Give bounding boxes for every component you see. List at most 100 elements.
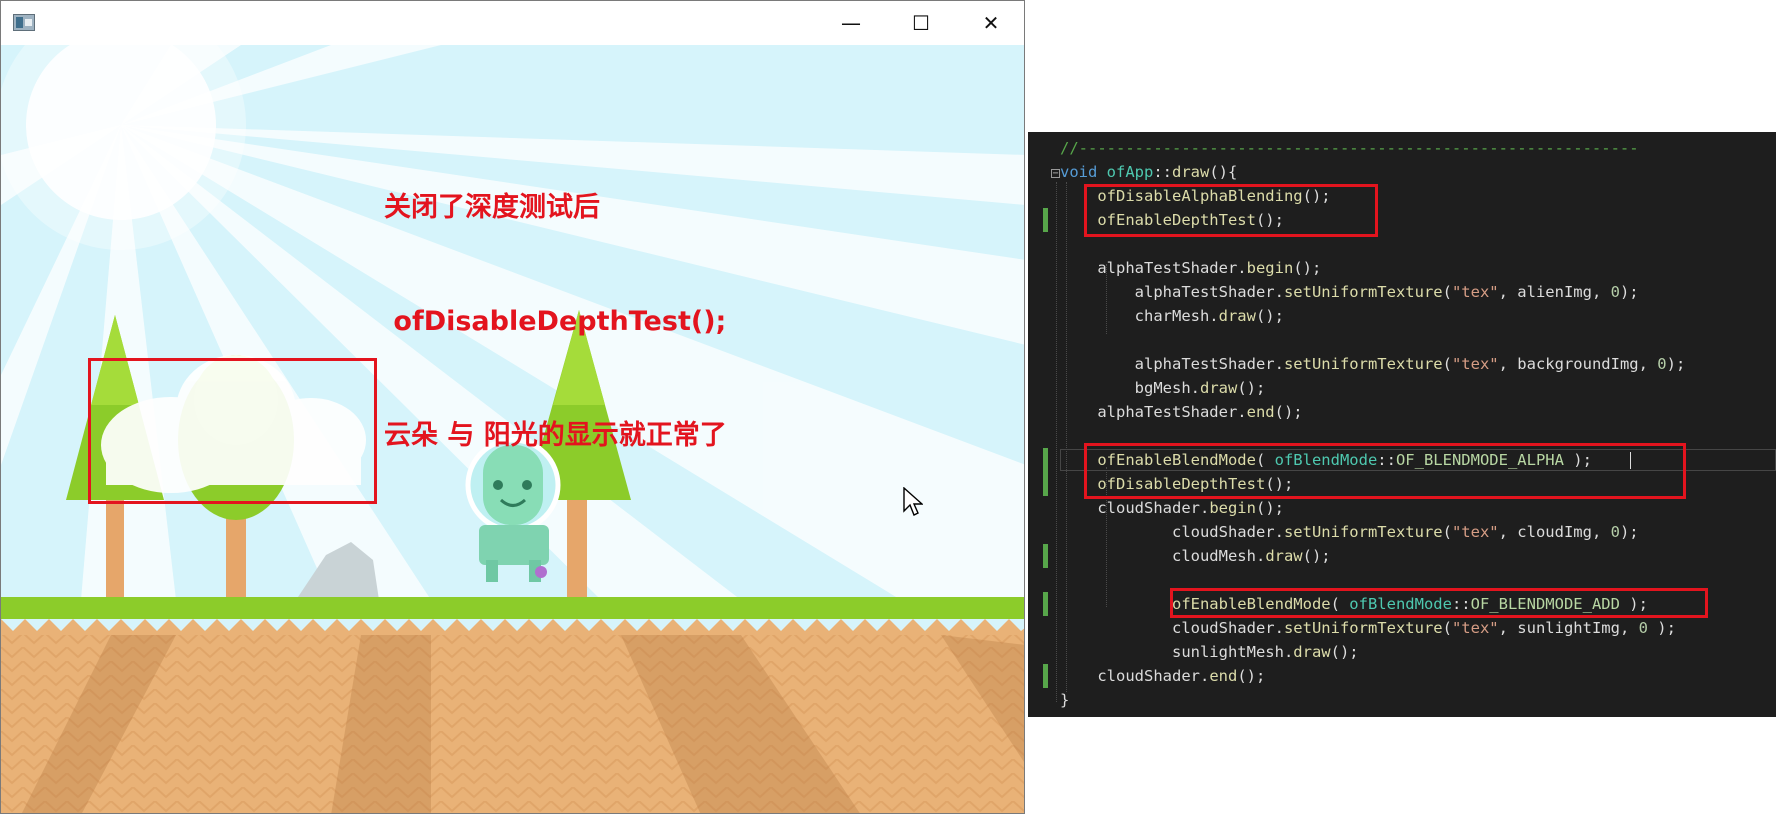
code-token: "tex" [1451, 523, 1499, 541]
code-line[interactable]: void ofApp::draw(){ [1060, 160, 1237, 184]
annotation-line: 关闭了深度测试后 [384, 192, 600, 223]
code-token: cloudShader. [1060, 499, 1210, 517]
code-token: alphaTestShader. [1060, 283, 1284, 301]
code-token: 0 [1657, 355, 1667, 373]
change-marker [1043, 664, 1048, 688]
maximize-button[interactable]: ☐ [886, 1, 956, 45]
code-token: "tex" [1451, 619, 1499, 637]
code-token: cloudShader. [1060, 667, 1210, 685]
maximize-icon: ☐ [912, 11, 930, 35]
code-token: end [1209, 667, 1238, 685]
code-line[interactable]: cloudShader.end(); [1060, 664, 1265, 688]
close-button[interactable]: ✕ [956, 1, 1024, 45]
code-token: 0 [1610, 283, 1620, 301]
render-viewport[interactable]: 关闭了深度测试后 ofDisableDepthTest(); 云朵 与 阳光的显… [1, 45, 1024, 813]
code-line[interactable]: alphaTestShader.setUniformTexture("tex",… [1060, 352, 1686, 376]
code-token: charMesh. [1060, 307, 1219, 325]
code-token: end [1246, 403, 1275, 421]
code-token: sunlightMesh. [1060, 643, 1294, 661]
code-token: draw [1293, 643, 1331, 661]
code-line[interactable]: charMesh.draw(); [1060, 304, 1284, 328]
code-token: :: [1153, 163, 1173, 181]
indent-guide [1056, 182, 1057, 702]
code-line[interactable]: cloudShader.begin(); [1060, 496, 1284, 520]
code-token: ); [1619, 283, 1639, 301]
code-token: (); [1293, 259, 1322, 277]
code-token: (); [1237, 667, 1266, 685]
minimize-icon: — [841, 11, 861, 35]
code-line[interactable]: cloudShader.setUniformTexture("tex", clo… [1060, 520, 1639, 544]
code-token: ( [1442, 619, 1452, 637]
code-token: 0 [1638, 619, 1648, 637]
annotation-line: ofDisableDepthTest(); [384, 306, 727, 337]
code-token: draw [1218, 307, 1256, 325]
code-line[interactable]: //--------------------------------------… [1060, 136, 1639, 160]
code-line[interactable]: cloudShader.setUniformTexture("tex", sun… [1060, 616, 1676, 640]
code-highlight-box [1084, 184, 1378, 237]
change-marker [1043, 448, 1048, 472]
code-token: ( [1442, 523, 1452, 541]
code-token: (){ [1209, 163, 1238, 181]
code-token: alphaTestShader. [1060, 355, 1284, 373]
code-token: //--------------------------------------… [1060, 139, 1639, 157]
code-line[interactable]: bgMesh.draw(); [1060, 376, 1266, 400]
grass [1, 597, 1024, 619]
code-token: alphaTestShader. [1060, 259, 1247, 277]
code-line[interactable]: sunlightMesh.draw(); [1060, 640, 1359, 664]
code-token: cloudMesh. [1060, 547, 1266, 565]
code-token: (); [1330, 643, 1359, 661]
code-token: draw [1172, 163, 1210, 181]
annotation-text: 关闭了深度测试后 ofDisableDepthTest(); 云朵 与 阳光的显… [384, 113, 727, 531]
code-token: setUniformTexture [1283, 283, 1443, 301]
minimize-button[interactable]: — [816, 1, 886, 45]
code-line[interactable]: alphaTestShader.setUniformTexture("tex",… [1060, 280, 1639, 304]
code-line[interactable]: alphaTestShader.begin(); [1060, 256, 1321, 280]
code-token: , alienImg, [1498, 283, 1611, 301]
code-token: cloudShader. [1060, 619, 1284, 637]
code-editor[interactable]: − //------------------------------------… [1028, 132, 1776, 717]
window-app-icon[interactable] [13, 14, 35, 31]
code-token: setUniformTexture [1283, 523, 1443, 541]
code-token: (); [1255, 307, 1284, 325]
code-line[interactable]: } [1060, 688, 1069, 712]
code-token: begin [1246, 259, 1294, 277]
code-token: "tex" [1451, 283, 1499, 301]
change-marker [1043, 472, 1048, 496]
collapse-icon[interactable]: − [1051, 169, 1060, 179]
change-marker [1043, 544, 1048, 568]
cloud-highlight-box [88, 358, 377, 504]
code-token: } [1060, 691, 1070, 709]
code-token: bgMesh. [1060, 379, 1200, 397]
close-icon: ✕ [982, 11, 1000, 35]
code-token: (); [1255, 499, 1284, 517]
code-token: , backgroundImg, [1498, 355, 1658, 373]
mouse-cursor-icon [903, 487, 923, 516]
code-token: ofApp [1106, 163, 1154, 181]
title-bar[interactable]: — ☐ ✕ [1, 1, 1024, 45]
code-highlight-box [1084, 443, 1686, 499]
code-token: (); [1302, 547, 1331, 565]
code-token: ( [1442, 355, 1452, 373]
app-window: — ☐ ✕ 关闭了深度测试后 ofDisableDepthTest(); 云朵 … [0, 0, 1025, 814]
change-marker [1043, 208, 1048, 232]
code-token: ); [1619, 523, 1639, 541]
code-token: setUniformTexture [1283, 619, 1443, 637]
annotation-line: 云朵 与 阳光的显示就正常了 [384, 420, 727, 451]
code-token: draw [1265, 547, 1303, 565]
code-token: ( [1442, 283, 1452, 301]
code-token: (); [1274, 403, 1303, 421]
code-token: ); [1647, 619, 1676, 637]
change-marker [1043, 592, 1048, 616]
code-token: (); [1237, 379, 1266, 397]
code-line[interactable]: alphaTestShader.end(); [1060, 400, 1303, 424]
code-token: , cloudImg, [1498, 523, 1611, 541]
code-line[interactable]: cloudMesh.draw(); [1060, 544, 1331, 568]
code-token: ); [1666, 355, 1686, 373]
code-token: draw [1199, 379, 1238, 397]
code-token: void [1060, 163, 1098, 181]
code-token: , sunlightImg, [1498, 619, 1639, 637]
code-token: "tex" [1451, 355, 1499, 373]
code-token: cloudShader. [1060, 523, 1284, 541]
